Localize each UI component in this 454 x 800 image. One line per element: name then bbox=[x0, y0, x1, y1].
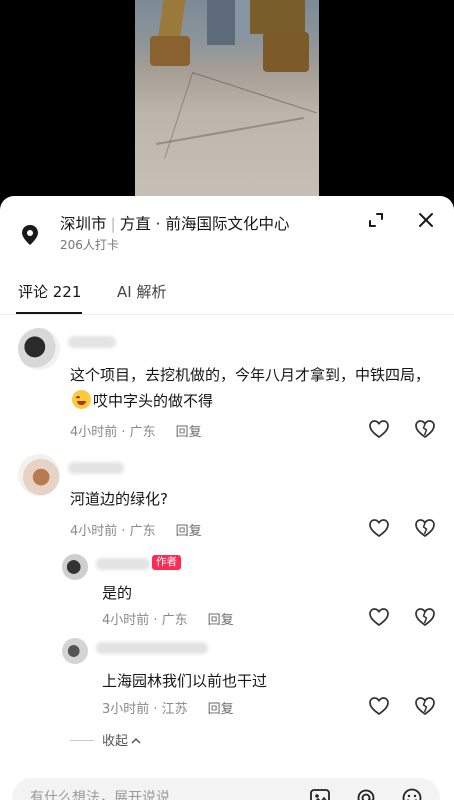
excavator-arm bbox=[250, 0, 305, 34]
comment-meta: 4小时前 · 广东 回复 bbox=[70, 421, 202, 440]
reply-button[interactable]: 回复 bbox=[208, 613, 234, 628]
emoji-icon[interactable] bbox=[400, 786, 424, 800]
avatar[interactable] bbox=[18, 454, 60, 496]
tab-bar: 评论 221 AI 解析 bbox=[0, 278, 454, 315]
avatar[interactable] bbox=[18, 328, 60, 370]
location-city: 深圳市 bbox=[60, 215, 107, 233]
close-icon[interactable] bbox=[412, 206, 440, 234]
heart-icon[interactable] bbox=[368, 695, 390, 717]
image-icon[interactable] bbox=[308, 786, 332, 800]
comment-text: 河道边的绿化? bbox=[70, 490, 168, 508]
location-place: 方直 · 前海国际文化中心 bbox=[119, 215, 290, 233]
heart-icon[interactable] bbox=[368, 517, 390, 539]
collapse-label: 收起 bbox=[102, 734, 129, 749]
dislike-icon[interactable] bbox=[414, 418, 436, 440]
location-pin-icon bbox=[22, 225, 38, 245]
comment-text-part: 这个项目，去挖机做的，今年八月才拿到，中铁四局， bbox=[70, 366, 431, 384]
comment-text: 这个项目，去挖机做的，今年八月才拿到，中铁四局， 哎中字头的做不得 bbox=[70, 362, 438, 414]
location-separator: | bbox=[110, 215, 116, 233]
comment-meta: 4小时前 · 广东 回复 bbox=[70, 520, 202, 539]
excavator-bucket bbox=[150, 36, 190, 66]
username-blurred[interactable] bbox=[96, 558, 150, 570]
reply-time-location: 3小时前 · 江苏 bbox=[102, 702, 188, 717]
location-title[interactable]: 深圳市 | 方直 · 前海国际文化中心 bbox=[60, 212, 290, 234]
reply-button[interactable]: 回复 bbox=[208, 702, 234, 717]
dislike-icon[interactable] bbox=[414, 606, 436, 628]
video-preview[interactable] bbox=[135, 0, 319, 206]
avatar[interactable] bbox=[62, 554, 88, 580]
reply-meta: 3小时前 · 江苏 回复 bbox=[102, 698, 234, 717]
username-blurred[interactable] bbox=[68, 462, 124, 474]
comment-text-part: 哎中字头的做不得 bbox=[93, 392, 214, 410]
comment-time-location: 4小时前 · 广东 bbox=[70, 524, 156, 539]
collapse-replies-button[interactable]: 收起 bbox=[70, 730, 141, 749]
dislike-icon[interactable] bbox=[414, 695, 436, 717]
excavator-bucket bbox=[263, 32, 309, 72]
divider bbox=[70, 740, 94, 741]
avatar[interactable] bbox=[62, 638, 88, 664]
comment-input-bar bbox=[12, 778, 440, 800]
tab-active-indicator bbox=[16, 312, 82, 314]
reply-button[interactable]: 回复 bbox=[176, 425, 202, 440]
author-badge: 作者 bbox=[152, 555, 181, 570]
dislike-icon[interactable] bbox=[414, 517, 436, 539]
expand-icon[interactable] bbox=[362, 206, 390, 234]
comment-input[interactable] bbox=[28, 784, 302, 800]
heart-icon[interactable] bbox=[368, 418, 390, 440]
tab-ai-analysis[interactable]: AI 解析 bbox=[117, 281, 166, 302]
comment-sheet: 深圳市 | 方直 · 前海国际文化中心 206人打卡 评论 221 AI 解析 这个… bbox=[0, 196, 454, 800]
road-crack bbox=[164, 71, 317, 200]
reply-text: 上海园林我们以前也干过 bbox=[102, 672, 268, 690]
at-mention-icon[interactable] bbox=[354, 786, 378, 800]
username-blurred[interactable] bbox=[96, 642, 208, 654]
reply-meta: 4小时前 · 广东 回复 bbox=[102, 609, 234, 628]
comment-time-location: 4小时前 · 广东 bbox=[70, 425, 156, 440]
chevron-up-icon bbox=[131, 737, 141, 744]
reply-text: 是的 bbox=[102, 584, 133, 602]
username-blurred[interactable] bbox=[68, 336, 116, 348]
building bbox=[207, 0, 235, 45]
checkin-count: 206人打卡 bbox=[60, 238, 119, 252]
crying-laughing-emoji-icon bbox=[72, 390, 91, 409]
tab-comments[interactable]: 评论 221 bbox=[18, 281, 81, 302]
reply-button[interactable]: 回复 bbox=[176, 524, 202, 539]
reply-time-location: 4小时前 · 广东 bbox=[102, 613, 188, 628]
heart-icon[interactable] bbox=[368, 606, 390, 628]
